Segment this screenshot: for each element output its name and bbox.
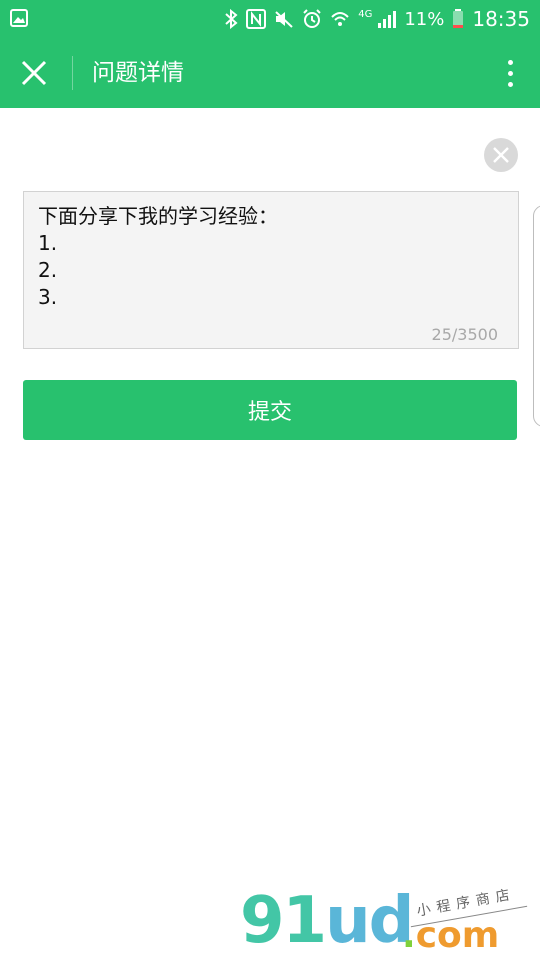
textarea-content: 下面分享下我的学习经验： 1. 2. 3. bbox=[38, 203, 278, 311]
text-line: 2. bbox=[38, 258, 58, 282]
status-icons: 4G 11% 18:35 bbox=[224, 4, 530, 34]
text-line: 3. bbox=[38, 285, 58, 309]
screen: 4G 11% 18:35 问题详情 下面分享下我的学习经验： 1. 2. 3. … bbox=[0, 0, 540, 960]
gallery-notification-icon bbox=[10, 9, 28, 31]
watermark-domain: .com bbox=[402, 915, 500, 956]
title-bar: 问题详情 bbox=[0, 38, 540, 108]
close-icon bbox=[21, 60, 47, 86]
battery-icon bbox=[452, 9, 464, 29]
text-line: 1. bbox=[38, 231, 58, 255]
clear-button[interactable] bbox=[484, 138, 518, 172]
bluetooth-icon bbox=[224, 9, 238, 29]
battery-percent: 11% bbox=[404, 8, 445, 30]
clear-circle-icon bbox=[493, 147, 509, 163]
watermark-logo: 91ud 小程序商店 .com bbox=[240, 884, 530, 958]
network-type: 4G bbox=[358, 8, 373, 20]
wifi-icon bbox=[330, 9, 350, 29]
title-divider bbox=[72, 56, 73, 90]
text-line: 下面分享下我的学习经验： bbox=[38, 204, 278, 228]
watermark-brand: 91ud bbox=[240, 884, 414, 958]
more-vertical-icon bbox=[507, 59, 513, 65]
more-options-button[interactable] bbox=[498, 53, 522, 93]
answer-textarea[interactable]: 下面分享下我的学习经验： 1. 2. 3. 25/3500 bbox=[23, 191, 519, 349]
clock: 18:35 bbox=[472, 7, 530, 31]
char-counter: 25/3500 bbox=[431, 325, 498, 344]
nfc-icon bbox=[246, 9, 267, 29]
close-button[interactable] bbox=[14, 53, 54, 93]
edge-swipe-handle[interactable] bbox=[533, 205, 540, 427]
page-title: 问题详情 bbox=[92, 60, 184, 86]
status-bar: 4G 11% 18:35 bbox=[0, 0, 540, 38]
signal-icon bbox=[376, 9, 397, 29]
submit-button[interactable]: 提交 bbox=[23, 380, 517, 440]
alarm-icon bbox=[302, 9, 322, 29]
mute-icon bbox=[274, 9, 294, 29]
